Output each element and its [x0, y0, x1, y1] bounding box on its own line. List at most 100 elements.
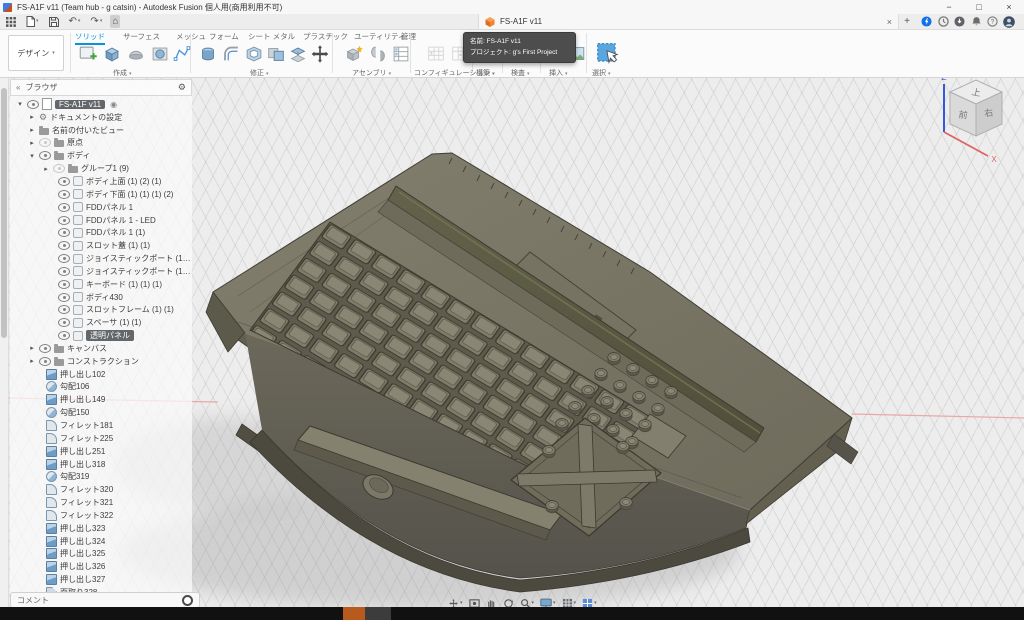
expand-icon[interactable]: ▸: [42, 165, 50, 173]
joint-button[interactable]: [366, 42, 390, 66]
visibility-eye-icon[interactable]: [58, 203, 70, 212]
undo-button[interactable]: ↶▾: [67, 15, 83, 28]
visibility-eye-icon[interactable]: [27, 100, 39, 109]
new-component-button[interactable]: [342, 42, 366, 66]
tree-node[interactable]: ▾ボディ: [10, 149, 192, 162]
tree-node[interactable]: ▸名前の付いたビュー: [10, 124, 192, 137]
create-sketch-button[interactable]: [76, 42, 100, 66]
tree-feature[interactable]: 押し出し323: [10, 522, 192, 535]
visibility-eye-icon[interactable]: [58, 318, 70, 327]
extrude-button[interactable]: [100, 42, 124, 66]
tree-node[interactable]: ジョイスティックポート (1) (1) (1) (1): [10, 252, 192, 265]
create-3d-sketch-button[interactable]: [170, 42, 194, 66]
expand-icon[interactable]: ▸: [28, 139, 36, 147]
configure-button[interactable]: [424, 42, 448, 66]
visibility-eye-icon[interactable]: [58, 267, 70, 276]
revolve-button[interactable]: [124, 42, 148, 66]
visibility-eye-icon[interactable]: [39, 344, 51, 353]
visibility-eye-icon[interactable]: [58, 293, 70, 302]
visibility-eye-icon[interactable]: [58, 216, 70, 225]
tree-feature[interactable]: フィレット322: [10, 509, 192, 522]
tree-feature[interactable]: 勾配319: [10, 470, 192, 483]
group-assemble[interactable]: アセンブリ ▾: [352, 68, 391, 78]
joint-origin-button[interactable]: [389, 42, 413, 66]
tree-node[interactable]: ボディ下面 (1) (1) (1) (2): [10, 188, 192, 201]
tree-node[interactable]: ボディ上面 (1) (2) (1): [10, 175, 192, 188]
tree-node[interactable]: ボディ430: [10, 291, 192, 304]
new-tab-button[interactable]: +: [899, 14, 915, 29]
workspace-selector[interactable]: デザイン ▾: [8, 35, 64, 71]
tab-sheetmetal[interactable]: シート メタル: [248, 31, 295, 42]
visibility-eye-icon[interactable]: [39, 357, 51, 366]
group-construct[interactable]: 構築 ▾: [476, 68, 494, 78]
fillet-button[interactable]: [219, 42, 243, 66]
tree-feature[interactable]: 押し出し324: [10, 535, 192, 548]
activate-icon[interactable]: ◉: [110, 100, 117, 109]
tree-node[interactable]: FDDパネル 1 - LED: [10, 214, 192, 227]
group-modify[interactable]: 修正 ▾: [250, 68, 268, 78]
tree-feature[interactable]: 勾配150: [10, 406, 192, 419]
extensions-button[interactable]: [920, 16, 932, 28]
tree-feature[interactable]: 押し出し251: [10, 445, 192, 458]
visibility-eye-icon[interactable]: [39, 138, 51, 147]
tree-feature[interactable]: フィレット320: [10, 483, 192, 496]
tab-mesh[interactable]: メッシュ: [176, 31, 206, 42]
expand-icon[interactable]: ▸: [28, 357, 36, 365]
tree-feature[interactable]: 押し出し326: [10, 560, 192, 573]
scrollbar-thumb[interactable]: [1, 88, 7, 338]
tab-manage[interactable]: 管理: [401, 31, 416, 42]
root-label[interactable]: FS-A1F v11: [55, 100, 105, 109]
tree-node[interactable]: スロットフレーム (1) (1): [10, 304, 192, 317]
user-avatar[interactable]: [1003, 16, 1015, 28]
press-pull-button[interactable]: [196, 42, 220, 66]
tab-form[interactable]: フォーム: [209, 31, 239, 42]
view-cube-faces[interactable]: 上 前 右: [950, 80, 1002, 136]
visibility-eye-icon[interactable]: [58, 305, 70, 314]
tree-feature[interactable]: 押し出し149: [10, 393, 192, 406]
visibility-eye-icon[interactable]: [58, 331, 70, 340]
job-status-button[interactable]: [937, 16, 949, 28]
shell-button[interactable]: [242, 42, 266, 66]
tree-feature[interactable]: フィレット181: [10, 419, 192, 432]
expand-icon[interactable]: ▸: [28, 113, 36, 121]
browser-scrollbar[interactable]: [0, 77, 9, 607]
tab-utility[interactable]: ユーティリティ: [354, 31, 406, 42]
tab-surface[interactable]: サーフェス: [123, 31, 160, 42]
expand-icon[interactable]: ▸: [28, 344, 36, 352]
group-select[interactable]: 選択 ▾: [592, 68, 610, 78]
tree-node-selected[interactable]: 透明パネル: [10, 329, 192, 342]
tree-root[interactable]: ▾ FS-A1F v11 ◉: [10, 98, 192, 111]
visibility-eye-icon[interactable]: [58, 190, 70, 199]
redo-button[interactable]: ↷▾: [88, 15, 104, 28]
minimize-button[interactable]: −: [934, 0, 964, 14]
comment-icon[interactable]: [182, 595, 193, 606]
tree-node[interactable]: ジョイスティックポート (1) (1) (1) (1...: [10, 265, 192, 278]
file-menu-button[interactable]: ▾: [24, 15, 41, 28]
browser-settings-icon[interactable]: ⚙: [178, 83, 186, 92]
offset-face-button[interactable]: [286, 42, 310, 66]
tree-feature[interactable]: フィレット225: [10, 432, 192, 445]
collapse-browser-icon[interactable]: «: [16, 83, 20, 92]
tree-feature[interactable]: 押し出し102: [10, 368, 192, 381]
document-tab[interactable]: FS-A1F v11 ×: [478, 14, 899, 29]
tree-feature[interactable]: 勾配106: [10, 381, 192, 394]
app-grid-button[interactable]: [4, 15, 18, 28]
tree-node[interactable]: スペーサ (1) (1): [10, 316, 192, 329]
tree-node[interactable]: ▸原点: [10, 137, 192, 150]
visibility-eye-icon[interactable]: [58, 177, 70, 186]
tree-node[interactable]: スロット蓋 (1) (1): [10, 239, 192, 252]
visibility-eye-icon[interactable]: [58, 228, 70, 237]
visibility-eye-icon[interactable]: [39, 151, 51, 160]
close-button[interactable]: ×: [994, 0, 1024, 14]
tree-node[interactable]: ▸キャンバス: [10, 342, 192, 355]
expand-icon[interactable]: ▸: [28, 126, 36, 134]
notifications-button[interactable]: [970, 16, 982, 28]
comment-bar[interactable]: コメント: [10, 592, 200, 608]
close-tab-icon[interactable]: ×: [881, 17, 898, 27]
tree-node[interactable]: FDDパネル 1: [10, 201, 192, 214]
expand-icon[interactable]: ▾: [16, 100, 24, 108]
tree-node[interactable]: キーボード (1) (1) (1): [10, 278, 192, 291]
group-insert[interactable]: 挿入 ▾: [549, 68, 567, 78]
expand-icon[interactable]: ▾: [28, 152, 36, 160]
help-button[interactable]: ?: [986, 16, 998, 28]
